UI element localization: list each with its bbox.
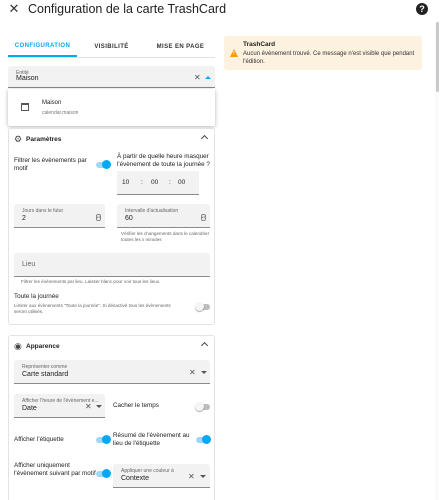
days-future-label: Jours dans le futur — [22, 208, 64, 214]
preview-alert: ! TrashCard Aucun évènement trouvé. Ce m… — [224, 36, 422, 70]
alert-title: TrashCard — [243, 41, 276, 48]
all-day-label: Toute la journée — [14, 293, 59, 300]
event-time-value: Date — [22, 405, 37, 412]
chevron-down-icon[interactable] — [200, 475, 206, 478]
location-placeholder: Lieu — [22, 261, 36, 268]
filter-events-toggle[interactable] — [96, 160, 111, 169]
help-icon[interactable]: ? — [416, 3, 428, 15]
tab-configuration[interactable]: Configuration — [8, 36, 77, 57]
refresh-interval-field[interactable]: Intervalle d'actualisation 60 ▴▾ — [117, 204, 210, 228]
chevron-up-icon[interactable] — [200, 134, 209, 143]
display-as-label: Représenter comme — [22, 364, 68, 370]
clear-icon[interactable]: ✕ — [189, 368, 196, 377]
dropdown-item-title[interactable]: Maison — [42, 100, 61, 106]
all-day-toggle[interactable] — [195, 302, 210, 311]
refresh-interval-value: 60 — [125, 215, 133, 222]
close-icon[interactable]: ✕ — [3, 0, 25, 18]
calendar-icon — [21, 103, 29, 111]
time-hours[interactable]: 10 — [122, 179, 129, 186]
refresh-hint: Vérifier les changements dans le calendr… — [121, 231, 210, 242]
palette-icon: ◉ — [14, 340, 22, 351]
dialog-title: Configuration de la carte TrashCard — [28, 2, 227, 16]
show-only-label: Afficher uniquement l'évènement suivant … — [14, 462, 96, 477]
chevron-up-icon[interactable] — [205, 76, 211, 79]
chevron-up-icon[interactable] — [200, 341, 209, 350]
time-separator: : — [169, 179, 171, 186]
dialog-header: ✕ Configuration de la carte TrashCard — [0, 0, 440, 18]
location-hint: Filtrer les évènements par lieu. Laisser… — [21, 279, 161, 284]
parameters-section: ⚙ Paramètres Filtrer les évènements par … — [8, 128, 215, 325]
warning-icon: ! — [230, 49, 238, 57]
dropdown-item-subtitle: calendar.maison — [42, 110, 79, 116]
parameters-header[interactable]: ⚙ Paramètres — [9, 129, 214, 149]
filter-events-label: Filtrer les évènements par motif — [14, 157, 87, 172]
gear-icon: ⚙ — [14, 133, 23, 144]
summary-label: Résumé de l'évènement au lieu de l'étiqu… — [113, 432, 190, 447]
tab-visibility[interactable]: Visibilité — [77, 36, 146, 57]
alert-message: Aucun évènement trouvé. Ce message n'est… — [243, 51, 415, 65]
stepper-icon[interactable]: ▴▾ — [96, 214, 101, 221]
chevron-down-icon[interactable] — [96, 405, 102, 408]
clear-icon[interactable]: ✕ — [188, 472, 195, 481]
parameters-title: Paramètres — [26, 135, 62, 143]
location-field[interactable]: Lieu — [14, 253, 210, 277]
appearance-section: ◉ Apparence Représenter comme Carte stan… — [8, 335, 215, 500]
days-future-value: 2 — [22, 215, 26, 222]
tab-bar: Configuration Visibilité Mise en page — [8, 36, 215, 58]
time-picker[interactable]: 10 : 00 : 00 — [117, 171, 199, 195]
scrollbar-track[interactable] — [435, 20, 439, 500]
appearance-header[interactable]: ◉ Apparence — [9, 336, 214, 356]
summary-toggle[interactable] — [196, 435, 211, 444]
show-label-toggle[interactable] — [96, 435, 111, 444]
stepper-icon[interactable]: ▴▾ — [201, 214, 206, 221]
entity-picker[interactable]: Entité Maison ✕ — [8, 66, 215, 88]
time-seconds[interactable]: 00 — [178, 179, 185, 186]
apply-color-label: Appliquer une couleur à — [121, 468, 174, 474]
clear-icon[interactable]: ✕ — [85, 402, 92, 411]
event-time-select[interactable]: Afficher l'heure de l'évènement e... Dat… — [14, 394, 105, 418]
days-future-field[interactable]: Jours dans le futur 2 ▴▾ — [14, 204, 105, 228]
editor-panel: Configuration Visibilité Mise en page — [8, 36, 215, 58]
time-separator: : — [141, 179, 143, 186]
show-label-label: Afficher l'étiquette — [14, 436, 64, 443]
apply-color-select[interactable]: Appliquer une couleur à Contexte ✕ — [113, 464, 210, 488]
hide-after-label: À partir de quelle heure masquer l'évène… — [117, 153, 210, 168]
appearance-title: Apparence — [26, 342, 60, 350]
hide-time-label: Cacher le temps — [113, 402, 159, 409]
apply-color-value: Contexte — [121, 475, 150, 482]
time-minutes[interactable]: 00 — [151, 179, 158, 186]
entity-dropdown: Maison calendar.maison — [8, 89, 215, 126]
clear-icon[interactable]: ✕ — [194, 73, 201, 82]
scrollbar-thumb[interactable] — [436, 22, 439, 92]
hide-time-toggle[interactable] — [195, 402, 210, 411]
tab-layout[interactable]: Mise en page — [146, 36, 215, 57]
show-only-toggle[interactable] — [96, 469, 111, 478]
display-as-select[interactable]: Représenter comme Carte standard ✕ — [14, 360, 210, 384]
entity-value: Maison — [16, 75, 39, 82]
chevron-down-icon[interactable] — [201, 371, 207, 374]
refresh-interval-label: Intervalle d'actualisation — [125, 208, 179, 214]
all-day-hint: Limiter aux évènements "Toute la journée… — [14, 303, 171, 314]
display-as-value: Carte standard — [22, 371, 69, 378]
